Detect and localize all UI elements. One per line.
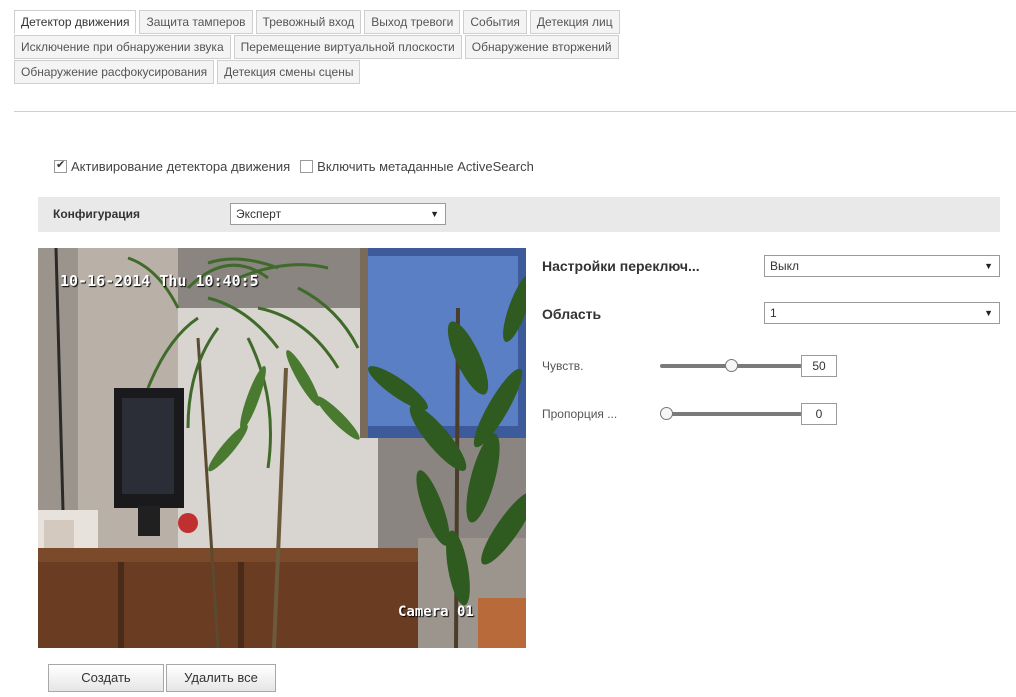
area-label: Область (542, 306, 602, 322)
configuration-value: Эксперт (236, 207, 282, 221)
area-value: 1 (770, 306, 777, 320)
switch-settings-select[interactable]: Выкл ▼ (764, 255, 1000, 277)
sensitivity-label: Чувств. (542, 359, 584, 373)
tab-scene-change[interactable]: Детекция смены сцены (217, 60, 361, 84)
chevron-down-icon: ▼ (984, 261, 993, 271)
configuration-label: Конфигурация (53, 207, 141, 221)
tab-defocus-detection[interactable]: Обнаружение расфокусирования (14, 60, 215, 84)
configuration-select[interactable]: Эксперт ▼ (230, 203, 446, 225)
switch-settings-value: Выкл (770, 259, 800, 273)
tab-row-1: Детектор движения Защита тамперов Тревож… (14, 10, 864, 34)
tab-line-crossing[interactable]: Перемещение виртуальной плоскости (233, 35, 462, 59)
checkbox-check-icon[interactable] (54, 158, 67, 173)
tab-row-3: Обнаружение расфокусирования Детекция см… (14, 60, 864, 84)
create-button[interactable]: Создать (48, 664, 164, 692)
activesearch-checkbox[interactable]: Включить метаданные ActiveSearch (300, 159, 534, 174)
detector-options: Активирование детектора движения Включит… (54, 158, 544, 174)
video-preview[interactable]: 10-16-2014 Thu 10:40:5 Camera 01 (38, 248, 526, 648)
camera-scene (38, 248, 526, 648)
tab-alarm-output[interactable]: Выход тревоги (364, 10, 461, 34)
proportion-label: Пропорция ... (542, 407, 618, 421)
tab-motion-detection[interactable]: Детектор движения (14, 10, 137, 34)
tab-intrusion-detection[interactable]: Обнаружение вторжений (464, 35, 619, 59)
sensitivity-slider-handle[interactable] (724, 359, 738, 372)
checkbox-icon[interactable] (300, 160, 314, 173)
tab-audio-exception[interactable]: Исключение при обнаружении звука (14, 35, 231, 59)
chevron-down-icon: ▼ (984, 308, 993, 318)
proportion-slider-track[interactable] (660, 412, 802, 416)
tab-alarm-input[interactable]: Тревожный вход (255, 10, 362, 34)
proportion-slider-handle[interactable] (660, 407, 673, 420)
enable-motion-label: Активирование детектора движения (71, 159, 291, 174)
proportion-value-field[interactable]: 0 (801, 403, 837, 425)
chevron-down-icon: ▼ (430, 209, 439, 219)
area-select[interactable]: 1 ▼ (764, 302, 1000, 324)
configuration-bar: Конфигурация Эксперт ▼ (38, 197, 1000, 232)
delete-all-button[interactable]: Удалить все (166, 664, 276, 692)
tabs-divider (14, 111, 1016, 112)
sensitivity-value-field[interactable]: 50 (801, 355, 837, 377)
tab-events[interactable]: События (463, 10, 527, 34)
tab-face-detection[interactable]: Детекция лиц (529, 10, 620, 34)
activesearch-label: Включить метаданные ActiveSearch (317, 159, 534, 174)
enable-motion-checkbox[interactable]: Активирование детектора движения (54, 158, 291, 174)
tab-tamper-protection[interactable]: Защита тамперов (139, 10, 253, 34)
tab-row-2: Исключение при обнаружении звука Перемещ… (14, 35, 864, 59)
tab-strip: Детектор движения Защита тамперов Тревож… (14, 10, 864, 85)
osd-camera-text: Camera 01 (398, 604, 474, 620)
switch-settings-label: Настройки переключ... (542, 258, 700, 274)
osd-date-text: 10-16-2014 Thu 10:40:5 (60, 272, 259, 290)
